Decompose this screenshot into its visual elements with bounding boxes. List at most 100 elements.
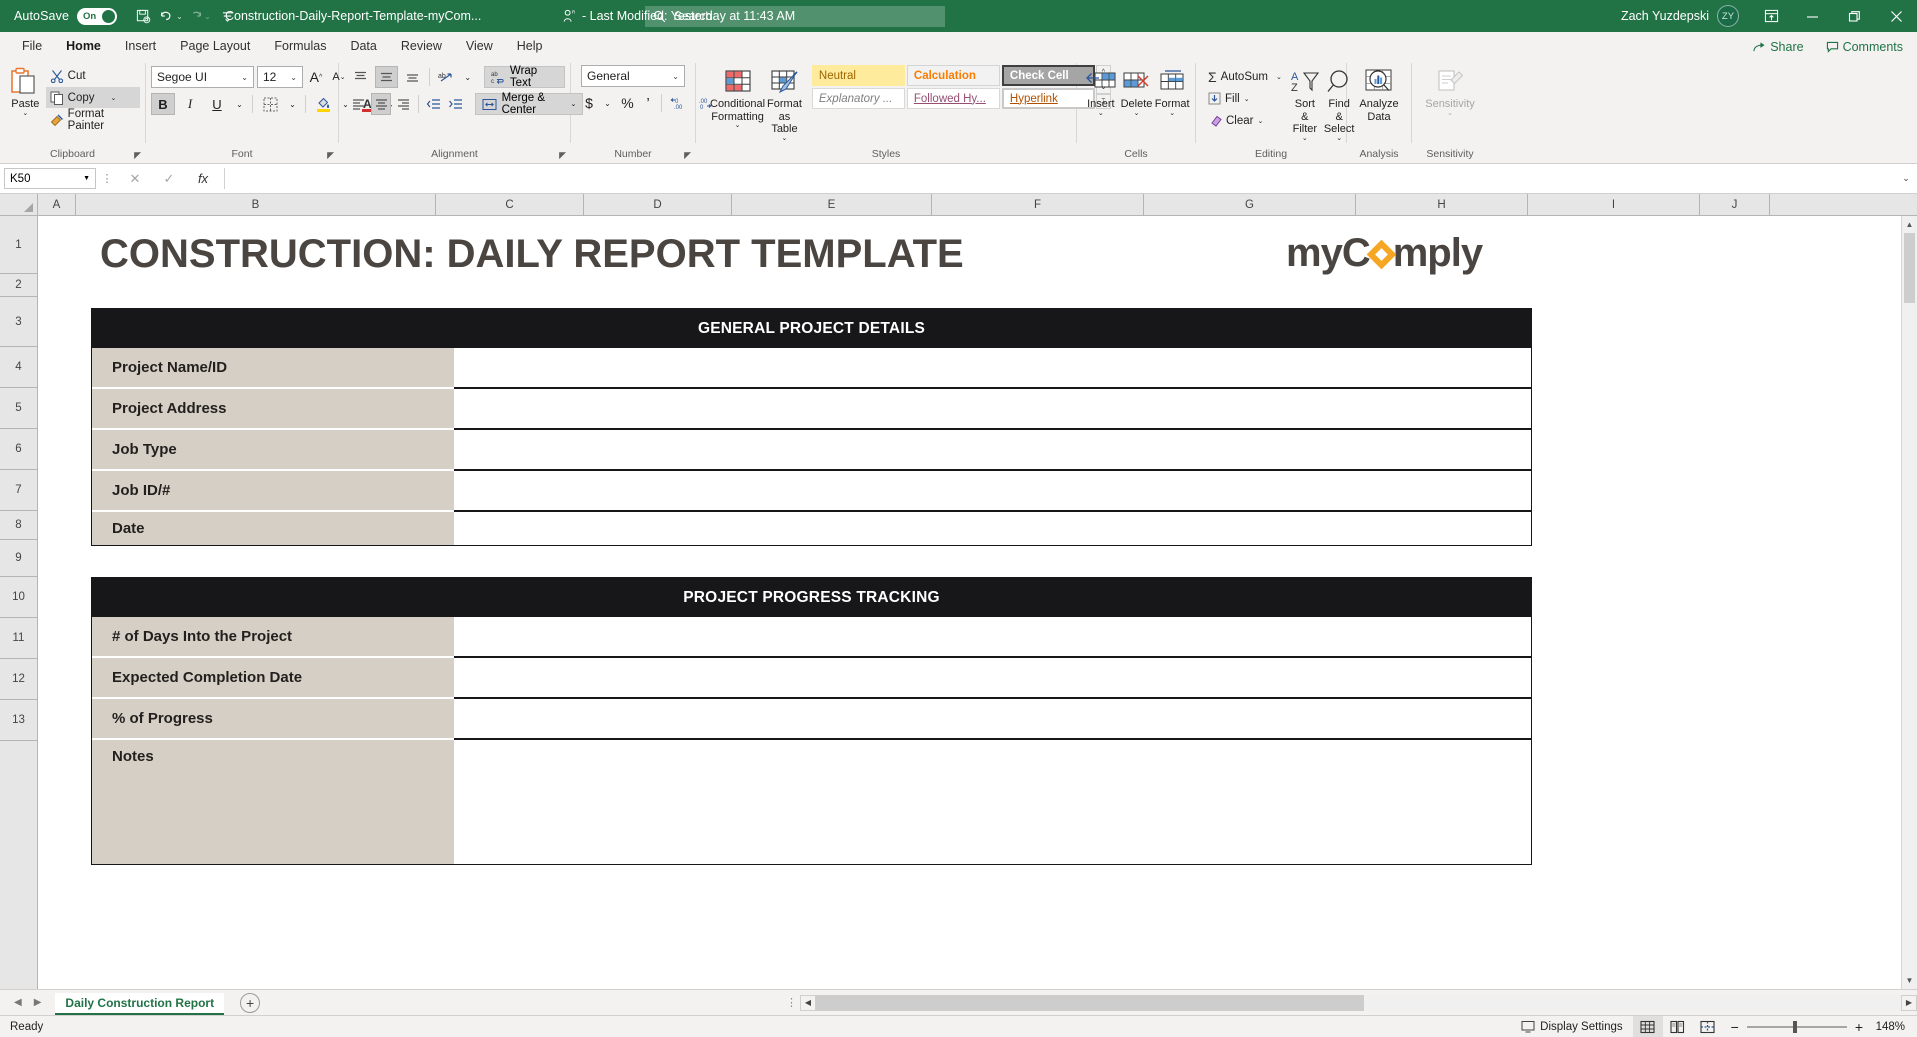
horizontal-scrollbar[interactable]: ◀ ▶ [800, 990, 1917, 1016]
style-neutral[interactable]: Neutral [811, 65, 905, 86]
chevron-down-icon[interactable]: ⌄ [1134, 110, 1140, 118]
clipboard-dialog-launcher[interactable]: ◤ [134, 150, 141, 161]
field-value-percent-progress[interactable] [454, 699, 1531, 740]
align-middle-icon[interactable] [374, 66, 398, 88]
sort-filter-button[interactable]: AZ Sort & Filter ⌄ [1290, 63, 1320, 143]
field-label-job-id[interactable]: Job ID/# [92, 471, 454, 512]
tab-data[interactable]: Data [338, 36, 388, 58]
borders-button[interactable] [258, 93, 282, 115]
tab-insert[interactable]: Insert [113, 36, 168, 58]
align-top-icon[interactable] [349, 66, 372, 88]
row-header-2[interactable]: 2 [0, 274, 37, 297]
cancel-entry-icon[interactable]: ✕ [118, 171, 152, 187]
chevron-down-icon[interactable]: ⌄ [1276, 73, 1282, 81]
scroll-up-icon[interactable]: ▲ [1902, 216, 1917, 233]
close-icon[interactable] [1875, 0, 1917, 32]
user-name[interactable]: Zach Yuzdepski [1621, 9, 1709, 23]
increase-font-size-icon[interactable]: A ^ [306, 66, 326, 88]
borders-chevron-icon[interactable]: ⌄ [285, 93, 300, 115]
column-header-h[interactable]: H [1356, 194, 1528, 215]
tab-home[interactable]: Home [54, 36, 113, 58]
page-layout-view-icon[interactable] [1663, 1016, 1693, 1037]
scroll-right-icon[interactable]: ▶ [1901, 994, 1917, 1011]
avatar[interactable]: ZY [1717, 5, 1739, 27]
next-sheet-icon[interactable]: ▶ [34, 997, 42, 1008]
field-label-project-name-id[interactable]: Project Name/ID [92, 348, 454, 389]
field-value-project-name-id[interactable] [454, 348, 1531, 389]
tab-file[interactable]: File [10, 36, 54, 58]
format-as-table-button[interactable]: Format as Table ⌄ [767, 63, 802, 143]
field-label-expected-completion-date[interactable]: Expected Completion Date [92, 658, 454, 699]
normal-view-icon[interactable] [1632, 1015, 1663, 1037]
fill-color-button[interactable] [311, 93, 335, 115]
fill-button[interactable]: Fill ⌄ [1204, 88, 1286, 109]
row-header-8[interactable]: 8 [0, 511, 37, 540]
sensitivity-button[interactable]: Sensitivity ⌄ [1420, 63, 1480, 118]
style-explanatory[interactable]: Explanatory ... [811, 88, 905, 109]
format-cells-button[interactable]: Format ⌄ [1154, 63, 1190, 118]
confirm-entry-icon[interactable]: ✓ [152, 171, 186, 187]
column-header-a[interactable]: A [38, 194, 76, 215]
increase-indent-icon[interactable] [446, 93, 465, 115]
column-header-f[interactable]: F [932, 194, 1144, 215]
ribbon-display-options-icon[interactable] [1751, 0, 1791, 32]
autosum-button[interactable]: Σ AutoSum ⌄ [1204, 66, 1286, 87]
font-dialog-launcher[interactable]: ◤ [327, 150, 334, 161]
merge-center-button[interactable]: Merge & Center ⌄ [474, 92, 584, 116]
chevron-down-icon[interactable]: ⌄ [1098, 110, 1104, 118]
field-value-project-address[interactable] [454, 389, 1531, 430]
autosave-toggle[interactable]: On [77, 7, 118, 25]
analyze-data-button[interactable]: Analyze Data [1352, 63, 1406, 123]
horizontal-scroll-thumb[interactable] [816, 994, 1364, 1011]
zoom-out-button[interactable]: − [1731, 1019, 1739, 1035]
zoom-track[interactable] [1746, 1020, 1847, 1033]
name-box[interactable]: K50 ▼ [4, 168, 96, 189]
bold-button[interactable]: B [151, 93, 175, 115]
chevron-down-icon[interactable]: ⌄ [782, 135, 788, 143]
delete-cells-button[interactable]: Delete ⌄ [1119, 63, 1155, 118]
column-header-g[interactable]: G [1144, 194, 1356, 215]
row-header-1[interactable]: 1 [0, 216, 37, 274]
field-label-project-address[interactable]: Project Address [92, 389, 454, 430]
display-settings-button[interactable]: Display Settings [1511, 1020, 1632, 1033]
save-icon[interactable] [129, 3, 157, 29]
number-dialog-launcher[interactable]: ◤ [684, 150, 691, 161]
restore-icon[interactable] [1833, 0, 1875, 32]
currency-chevron-icon[interactable]: ⌄ [600, 92, 615, 114]
chevron-down-icon[interactable]: ⌄ [1447, 110, 1453, 118]
currency-format-icon[interactable]: $ [581, 92, 597, 114]
conditional-formatting-button[interactable]: Conditional Formatting ⌄ [710, 63, 765, 130]
chevron-down-icon[interactable]: ⌄ [1169, 110, 1175, 118]
orientation-chevron-icon[interactable]: ⌄ [461, 66, 475, 88]
increase-decimal-icon[interactable]: 0.00 [667, 92, 691, 114]
chevron-down-icon[interactable]: ⌄ [1302, 135, 1308, 143]
field-value-job-type[interactable] [454, 430, 1531, 471]
row-header-11[interactable]: 11 [0, 618, 37, 659]
row-header-6[interactable]: 6 [0, 429, 37, 470]
zoom-thumb[interactable] [1792, 1020, 1797, 1033]
zoom-level[interactable]: 148% [1871, 1021, 1917, 1033]
row-header-5[interactable]: 5 [0, 388, 37, 429]
page-break-preview-icon[interactable] [1693, 1016, 1723, 1037]
chevron-down-icon[interactable]: ⌄ [1336, 135, 1342, 143]
sheet-tab-daily-construction-report[interactable]: Daily Construction Report [55, 992, 225, 1015]
tab-help[interactable]: Help [505, 36, 555, 58]
comments-button[interactable]: Comments [1818, 38, 1911, 56]
format-painter-button[interactable]: Format Painter [46, 108, 140, 132]
row-header-10[interactable]: 10 [0, 577, 37, 618]
italic-button[interactable]: I [178, 93, 202, 115]
row-header-9[interactable]: 9 [0, 540, 37, 577]
field-label-job-type[interactable]: Job Type [92, 430, 454, 471]
tab-page-layout[interactable]: Page Layout [168, 36, 262, 58]
align-center-icon[interactable] [371, 93, 391, 115]
field-label-date[interactable]: Date [92, 512, 454, 545]
field-value-days-into-project[interactable] [454, 617, 1531, 658]
underline-chevron-icon[interactable]: ⌄ [232, 93, 247, 115]
column-header-e[interactable]: E [732, 194, 932, 215]
chevron-down-icon[interactable]: ⌄ [735, 122, 741, 130]
field-label-notes[interactable]: Notes [92, 740, 454, 864]
scroll-down-icon[interactable]: ▼ [1902, 972, 1917, 989]
percent-format-icon[interactable]: % [618, 92, 637, 114]
vertical-scroll-thumb[interactable] [1904, 233, 1915, 303]
font-family-select[interactable]: Segoe UI ⌄ [151, 66, 254, 88]
